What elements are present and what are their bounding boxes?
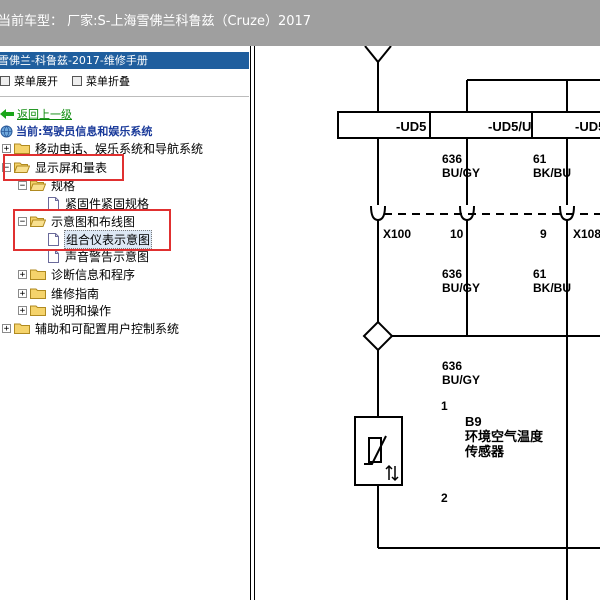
document-icon [48, 196, 59, 210]
splice-diamond [362, 320, 394, 352]
module-label-2: -UD5/U [488, 119, 531, 134]
window-title: 当前车型： 厂家:S-上海雪佛兰科鲁兹（Cruze）2017 [0, 14, 312, 29]
wire-color-mid-2: BK/BU [533, 281, 571, 295]
menu-collapse-label: 菜单折叠 [86, 75, 130, 88]
wire-num-mid-1: 636 [442, 267, 462, 281]
current-location-label: 当前:驾驶员信息和娱乐系统 [16, 125, 153, 138]
wire-color-top-1: BU/GY [442, 166, 480, 180]
menu-collapse-button[interactable]: 菜单折叠 [72, 73, 130, 89]
divider [0, 96, 249, 97]
wire-color-top-2: BK/BU [533, 166, 571, 180]
tree-item-label: 说明和操作 [51, 303, 112, 318]
menu-toolbar: 菜单展开 菜单折叠 [0, 72, 249, 90]
collapse-icon [72, 76, 82, 86]
tree-item-label: 维修指南 [51, 286, 100, 301]
wire-num-top-1: 636 [442, 152, 462, 166]
sensor-pin-1: 1 [441, 399, 448, 413]
tree-item-label: 诊断信息和程序 [51, 267, 136, 282]
expand-toggle[interactable]: + [2, 143, 11, 153]
connector-pin-9: 9 [540, 227, 547, 241]
expand-toggle[interactable]: + [2, 323, 11, 333]
module-label-1: -UD5 [396, 119, 426, 134]
wire-num-bottom: 636 [442, 359, 462, 373]
manual-title-bar: 雪佛兰-科鲁兹-2017-维修手册 [0, 52, 249, 69]
tree-item-description-operation[interactable]: + 说明和操作 [18, 302, 112, 318]
highlight-box-schematic [13, 209, 171, 251]
folder-icon [30, 305, 46, 316]
sensor-pin-2: 2 [441, 491, 448, 505]
wire-color-mid-1: BU/GY [442, 281, 480, 295]
expand-toggle[interactable]: + [18, 269, 27, 279]
sensor-id: B9 [465, 414, 482, 429]
menu-expand-label: 菜单展开 [14, 75, 58, 88]
wiring-diagram: -UD5 -UD5/U -UD5/U 636 BU/GY 61 BK/BU X1… [337, 46, 600, 600]
tree-item-repair-guide[interactable]: + 维修指南 [18, 285, 100, 301]
expand-icon [0, 76, 10, 86]
tree-item-diagnostics[interactable]: + 诊断信息和程序 [18, 266, 136, 282]
expand-toggle[interactable]: + [18, 288, 27, 298]
back-link-label: 返回上一级 [17, 108, 72, 121]
highlight-box-displays [3, 154, 124, 181]
connector-label-x100: X100 [383, 227, 411, 241]
sensor-name-line2: 传感器 [464, 444, 505, 460]
pane-splitter[interactable] [250, 46, 251, 600]
back-arrow-icon [0, 109, 14, 119]
manual-title: 雪佛兰-科鲁兹-2017-维修手册 [0, 54, 148, 67]
folder-icon [14, 323, 30, 334]
menu-expand-button[interactable]: 菜单展开 [0, 73, 58, 89]
tree-item-label: 辅助和可配置用户控制系统 [35, 321, 180, 336]
back-link[interactable]: 返回上一级 [0, 106, 72, 122]
top-triangle [364, 46, 392, 64]
wire-color-bottom: BU/GY [442, 373, 480, 387]
expand-toggle[interactable]: + [18, 305, 27, 315]
globe-icon [0, 125, 13, 138]
wire-num-mid-2: 61 [533, 267, 547, 281]
current-location: 当前:驾驶员信息和娱乐系统 [0, 123, 152, 139]
folder-icon [14, 143, 30, 154]
connector-label-x108: X108 [573, 227, 600, 241]
document-icon [48, 249, 59, 263]
folder-icon [30, 288, 46, 299]
connector-pin-10: 10 [450, 227, 464, 241]
sensor-name-line1: 环境空气温度 [465, 429, 544, 445]
collapse-toggle[interactable]: − [18, 180, 27, 190]
wire-num-top-2: 61 [533, 152, 547, 166]
module-label-3: -UD5/U [575, 119, 600, 134]
tree-item-aux-user-controls[interactable]: + 辅助和可配置用户控制系统 [2, 320, 180, 336]
folder-icon [30, 269, 46, 280]
window-titlebar: 当前车型： 厂家:S-上海雪佛兰科鲁兹（Cruze）2017 [0, 0, 600, 46]
